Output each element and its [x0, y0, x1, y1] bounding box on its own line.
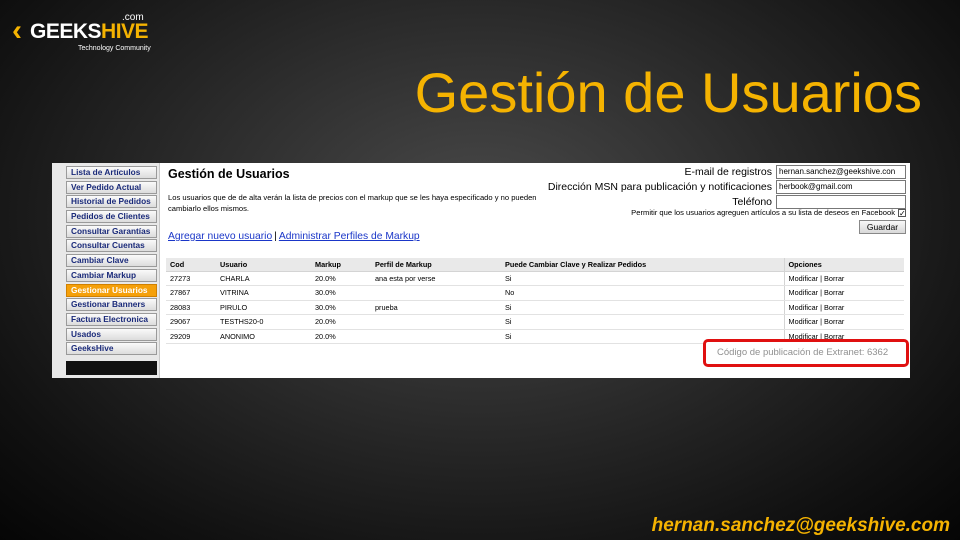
table-cell: Si [501, 314, 784, 330]
table-cell: No [501, 285, 784, 301]
facebook-permission-row: Permitir que los usuarios agreguen artíc… [631, 208, 906, 218]
sidebar-item-cambiar-clave[interactable]: Cambiar Clave [66, 254, 157, 268]
logo-dotcom: .com [122, 12, 144, 23]
table-cell: 28083 [166, 300, 216, 315]
table-cell [371, 314, 501, 330]
sidebar-item-geekshive[interactable]: GeeksHive [66, 342, 157, 356]
table-row: 27273 CHARLA 20.0% ana esta por verse Si Modi… [166, 271, 904, 286]
table-cell: 30.0% [311, 300, 371, 315]
geekshive-logo: ‹ GEEKSHIVE .com Technology Community [12, 10, 162, 52]
column-header[interactable]: Puede Cambiar Clave y Realizar Pedidos [501, 258, 784, 272]
email-row: E-mail de registros hernan.sanchez@geeks… [506, 165, 906, 179]
sidebar-item-factura-electronica[interactable]: Factura Electronica [66, 312, 157, 326]
row-actions[interactable]: Modificar | Borrar [783, 271, 904, 286]
email-field[interactable]: hernan.sanchez@geekshive.con [776, 165, 906, 179]
sidebar-item-cambiar-markup[interactable]: Cambiar Markup [66, 268, 157, 282]
sidebar-item-lista-de-artículos[interactable]: Lista de Artículos [66, 166, 157, 179]
sidebar-item-usados[interactable]: Usados [66, 327, 157, 341]
column-header[interactable]: Opciones [783, 258, 904, 272]
page-title: Gestión de Usuarios [168, 167, 290, 181]
table-row: 28083 PIRULO 30.0% prueba Si Modificar | Borr… [166, 300, 904, 315]
table-cell: 20.0% [311, 271, 371, 286]
table-row: 27867 VITRINA 30.0% No Modificar | Borrar [166, 285, 904, 301]
link-separator: | [274, 231, 277, 242]
sidebar-item-consultar-garantías[interactable]: Consultar Garantías [66, 224, 157, 238]
slide-title: Gestión de Usuarios [414, 61, 922, 124]
row-actions[interactable]: Modificar | Borrar [783, 300, 904, 315]
facebook-permission-label: Permitir que los usuarios agreguen artíc… [631, 208, 895, 217]
table-cell: 29209 [166, 329, 216, 344]
row-actions[interactable]: Modificar | Borrar [783, 285, 904, 301]
email-label: E-mail de registros [684, 166, 772, 178]
phone-row: Teléfono [506, 195, 906, 209]
sidebar-banner [66, 361, 157, 376]
manage-markup-profiles-link[interactable]: Administrar Perfiles de Markup [279, 231, 420, 242]
save-button[interactable]: Guardar [859, 220, 906, 234]
row-actions[interactable]: Modificar | Borrar [783, 314, 904, 330]
column-header[interactable]: Markup [311, 258, 371, 272]
sidebar-item-gestionar-usuarios[interactable]: Gestionar Usuarios [66, 283, 157, 297]
logo-tagline: Technology Community [78, 45, 151, 52]
sidebar-item-historial-de-pedidos[interactable]: Historial de Pedidos [66, 195, 157, 209]
action-links: Agregar nuevo usuario | Administrar Perfil… [168, 231, 420, 242]
page-description: Los usuarios que de de alta verán la lis… [168, 193, 537, 213]
phone-label: Teléfono [732, 196, 772, 208]
column-header[interactable]: Perfil de Markup [371, 258, 501, 272]
table-cell: PIRULO [216, 300, 311, 315]
logo-wordmark: GEEKSHIVE [30, 20, 149, 43]
sidebar-item-consultar-cuentas[interactable]: Consultar Cuentas [66, 239, 157, 253]
sidebar-item-gestionar-banners[interactable]: Gestionar Banners [66, 298, 157, 312]
logo-chevron-icon: ‹ [12, 14, 22, 47]
sidebar-menu: Lista de Artículos Ver Pedido Actual Histo… [52, 163, 160, 378]
users-table: Cod Usuario Markup Perfil de Markup Puede Ca… [166, 258, 904, 344]
table-cell: 30.0% [311, 285, 371, 301]
table-cell: 27867 [166, 285, 216, 301]
table-cell: Si [501, 271, 784, 286]
table-cell: prueba [371, 300, 501, 315]
phone-field[interactable] [776, 195, 906, 209]
table-cell: 27273 [166, 271, 216, 286]
table-cell: VITRINA [216, 285, 311, 301]
table-row: 29067 TESTHS20-0 20.0% Si Modificar | Borrar [166, 314, 904, 330]
msn-field[interactable]: herbook@gmail.com [776, 180, 906, 194]
msn-row: Dirección MSN para publicación y notific… [506, 180, 906, 194]
table-cell: ANONIMO [216, 329, 311, 344]
table-cell: 29067 [166, 314, 216, 330]
column-header[interactable]: Cod [166, 258, 216, 272]
table-cell: TESTHS20-0 [216, 314, 311, 330]
add-user-link[interactable]: Agregar nuevo usuario [168, 231, 272, 242]
extranet-code: Código de publicación de Extranet: 6362 [717, 347, 889, 358]
table-header-row: Cod Usuario Markup Perfil de Markup Puede Ca… [166, 258, 904, 272]
column-header[interactable]: Usuario [216, 258, 311, 272]
table-cell: CHARLA [216, 271, 311, 286]
table-cell: 20.0% [311, 329, 371, 344]
table-cell [371, 285, 501, 301]
sidebar-item-pedidos-de-clientes[interactable]: Pedidos de Clientes [66, 210, 157, 224]
table-cell [371, 329, 501, 344]
footer-email: hernan.sanchez@geekshive.com [651, 515, 950, 536]
msn-label: Dirección MSN para publicación y notific… [547, 181, 772, 193]
table-cell: Si [501, 300, 784, 315]
table-cell: 20.0% [311, 314, 371, 330]
sidebar-item-ver-pedido-actual[interactable]: Ver Pedido Actual [66, 180, 157, 194]
facebook-permission-checkbox[interactable]: ✓ [898, 209, 906, 218]
table-cell: ana esta por verse [371, 271, 501, 286]
